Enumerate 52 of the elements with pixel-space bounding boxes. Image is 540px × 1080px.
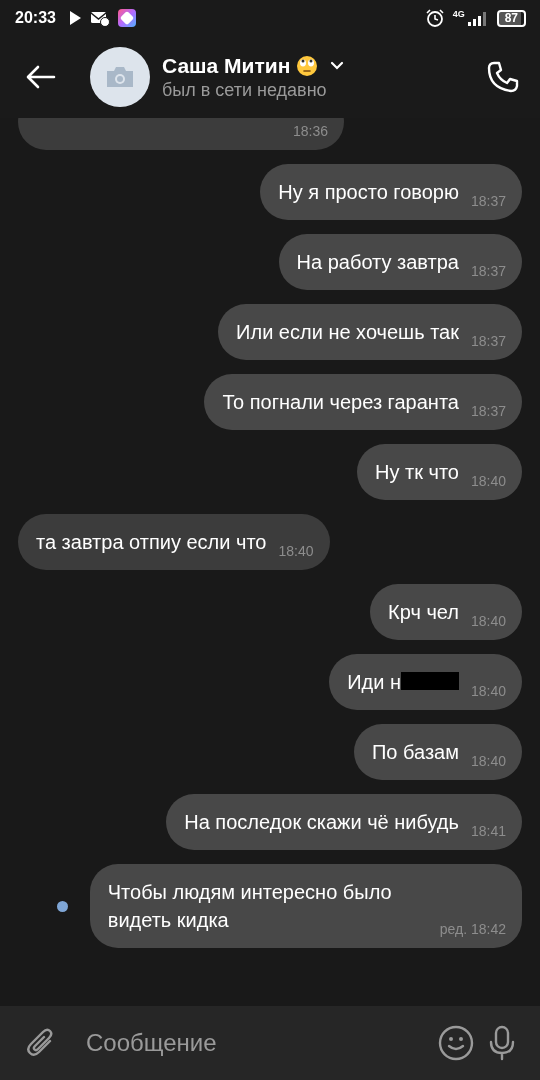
message-bubble[interactable]: На последок скажи чё нибудь 18:41 (166, 794, 522, 850)
contact-name[interactable]: Саша Митин (162, 53, 291, 78)
smiley-icon[interactable] (438, 1025, 474, 1061)
message-text: Чтобы людям интересно было видеть кидка (107, 881, 392, 931)
message-time: 18:41 (470, 822, 506, 840)
message-bubble[interactable]: та завтра отпиу если что 18:40 (18, 514, 330, 570)
message-text: Или если не хочешь так (236, 321, 459, 343)
message-bubble[interactable]: Или если не хочешь так 18:37 (218, 304, 522, 360)
message-bubble[interactable]: Крч чел 18:40 (370, 584, 522, 640)
app-icon (117, 9, 136, 27)
message-time: 18:40 (470, 612, 506, 630)
message-bubble[interactable]: Ну я просто говорю 18:37 (260, 164, 522, 220)
message-time: 18:40 (470, 682, 506, 700)
phone-icon[interactable] (486, 60, 520, 94)
status-time: 20:33 (15, 9, 56, 27)
microphone-icon[interactable] (488, 1025, 516, 1061)
eye-roll-emoji-icon (296, 54, 319, 77)
message-bubble[interactable]: Чтобы людям интересно было видеть кидка ред. 18:42 (89, 864, 522, 948)
avatar[interactable] (90, 47, 150, 107)
message-time: 18:37 (470, 402, 506, 420)
message-text: То погнали через гаранта (222, 391, 459, 413)
message-bubble[interactable]: Ну тк что 18:40 (357, 444, 522, 500)
network-type: 4G (452, 9, 465, 19)
message-text: Ну я просто говорю (278, 181, 459, 203)
message-text: На последок скажи чё нибудь (184, 811, 459, 833)
message-text: По базам (371, 741, 459, 763)
back-icon[interactable] (26, 65, 56, 89)
message-bubble[interactable]: По базам 18:40 (353, 724, 522, 780)
message-text: Иди н (347, 671, 401, 693)
signal-icon (466, 10, 489, 26)
mail-icon (89, 10, 110, 26)
message-time: 18:36 (292, 122, 328, 140)
message-bubble[interactable]: Иди н 18:40 (329, 654, 522, 710)
message-time: 18:40 (470, 752, 506, 770)
message-text: Ну тк что (375, 461, 459, 483)
play-icon (67, 10, 82, 26)
last-seen-status: был в сети недавно (162, 79, 328, 101)
message-time: 18:37 (470, 192, 506, 210)
chevron-down-icon[interactable] (330, 61, 345, 70)
message-text: та завтра отпиу если что (36, 531, 267, 553)
message-text: На работу завтра (296, 251, 459, 273)
message-time: 18:40 (278, 542, 314, 560)
message-bubble[interactable]: На работу завтра 18:37 (278, 234, 522, 290)
message-time: 18:37 (470, 262, 506, 280)
battery-level: 87 (496, 9, 526, 27)
camera-icon (105, 65, 135, 89)
message-time: 18:37 (470, 332, 506, 350)
alarm-icon (424, 8, 445, 28)
message-time: ред. 18:42 (439, 920, 506, 938)
message-time: 18:40 (470, 472, 506, 490)
message-bubble[interactable]: То погнали через гаранта 18:37 (204, 374, 522, 430)
message-text: Крч чел (388, 601, 459, 623)
